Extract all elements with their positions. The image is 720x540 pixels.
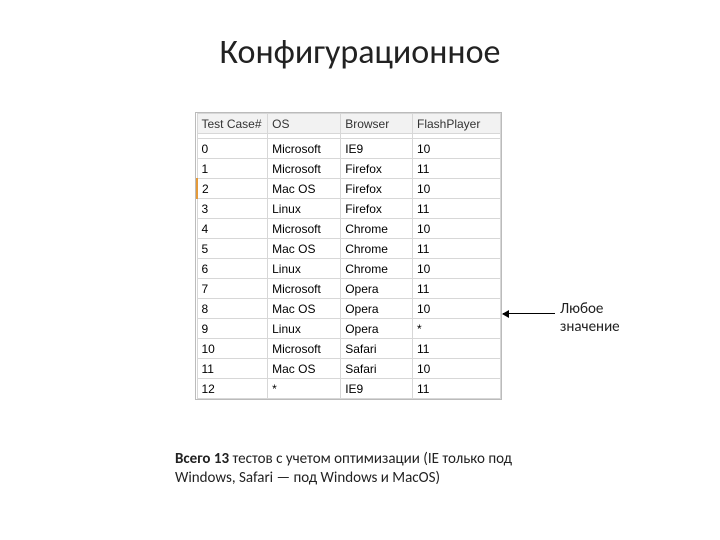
- header-test-case: Test Case#: [197, 114, 268, 134]
- cell-tc: 10: [197, 339, 268, 359]
- cell-fp: 10: [412, 219, 500, 239]
- cell-os: Linux: [268, 199, 341, 219]
- cell-tc: 3: [197, 199, 268, 219]
- header-os: OS: [268, 114, 341, 134]
- cell-os: Microsoft: [268, 339, 341, 359]
- cell-fp: 11: [412, 379, 500, 399]
- table-row: 6LinuxChrome10: [197, 259, 501, 279]
- cell-fp: 10: [412, 259, 500, 279]
- cell-tc: 5: [197, 239, 268, 259]
- table-row: 2Mac OSFirefox10: [197, 179, 501, 199]
- cell-browser: IE9: [341, 379, 413, 399]
- cell-tc: 12: [197, 379, 268, 399]
- table-header-row: Test Case# OS Browser FlashPlayer: [197, 114, 501, 134]
- cell-os: Microsoft: [268, 139, 341, 159]
- cell-fp: 11: [412, 199, 500, 219]
- cell-os: *: [268, 379, 341, 399]
- cell-tc: 4: [197, 219, 268, 239]
- table-row: 10MicrosoftSafari11: [197, 339, 501, 359]
- cell-fp: 10: [412, 179, 500, 199]
- table-row: 5Mac OSChrome11: [197, 239, 501, 259]
- table-row: 3LinuxFirefox11: [197, 199, 501, 219]
- cell-fp: *: [412, 319, 500, 339]
- header-browser: Browser: [341, 114, 413, 134]
- cell-browser: Firefox: [341, 199, 413, 219]
- cell-fp: 10: [412, 359, 500, 379]
- slide-title: Конфигурационное: [0, 32, 720, 73]
- table-row: 11Mac OSSafari10: [197, 359, 501, 379]
- table-row: 8Mac OSOpera10: [197, 299, 501, 319]
- table-row: 1MicrosoftFirefox11: [197, 159, 501, 179]
- cell-tc: 8: [197, 299, 268, 319]
- cell-browser: Opera: [341, 279, 413, 299]
- cell-tc: 9: [197, 319, 268, 339]
- cell-tc: 0: [197, 139, 268, 159]
- cell-os: Mac OS: [268, 359, 341, 379]
- cell-tc: 6: [197, 259, 268, 279]
- cell-browser: Safari: [341, 359, 413, 379]
- cell-tc: 2: [197, 179, 268, 199]
- cell-browser: IE9: [341, 139, 413, 159]
- table-row: 0MicrosoftIE910: [197, 139, 501, 159]
- cell-fp: 10: [412, 139, 500, 159]
- table-row: 7MicrosoftOpera11: [197, 279, 501, 299]
- cell-os: Mac OS: [268, 239, 341, 259]
- table-row: 12*IE911: [197, 379, 501, 399]
- cell-tc: 1: [197, 159, 268, 179]
- cell-tc: 7: [197, 279, 268, 299]
- cell-os: Linux: [268, 259, 341, 279]
- table-row: 9LinuxOpera*: [197, 319, 501, 339]
- cell-browser: Safari: [341, 339, 413, 359]
- annotation-arrow: [503, 313, 555, 314]
- cell-os: Mac OS: [268, 179, 341, 199]
- header-flashplayer: FlashPlayer: [412, 114, 500, 134]
- cell-browser: Firefox: [341, 159, 413, 179]
- config-table: Test Case# OS Browser FlashPlayer 0Micro…: [195, 112, 502, 400]
- table-row: 4MicrosoftChrome10: [197, 219, 501, 239]
- cell-os: Microsoft: [268, 279, 341, 299]
- cell-fp: 11: [412, 279, 500, 299]
- cell-fp: 11: [412, 339, 500, 359]
- cell-fp: 11: [412, 159, 500, 179]
- cell-tc: 11: [197, 359, 268, 379]
- cell-browser: Chrome: [341, 239, 413, 259]
- cell-browser: Firefox: [341, 179, 413, 199]
- cell-fp: 11: [412, 239, 500, 259]
- cell-os: Microsoft: [268, 219, 341, 239]
- cell-os: Microsoft: [268, 159, 341, 179]
- annotation-line1: Любое: [560, 300, 603, 318]
- cell-browser: Opera: [341, 319, 413, 339]
- cell-os: Linux: [268, 319, 341, 339]
- annotation-line2: значение: [560, 318, 620, 336]
- cell-fp: 10: [412, 299, 500, 319]
- cell-browser: Opera: [341, 299, 413, 319]
- footer-summary: Всего 13 тестов с учетом оптимизации (IE…: [175, 450, 555, 488]
- cell-os: Mac OS: [268, 299, 341, 319]
- cell-browser: Chrome: [341, 219, 413, 239]
- footer-bold: Всего 13: [175, 450, 229, 468]
- annotation-any-value: Любое значение: [560, 300, 620, 336]
- cell-browser: Chrome: [341, 259, 413, 279]
